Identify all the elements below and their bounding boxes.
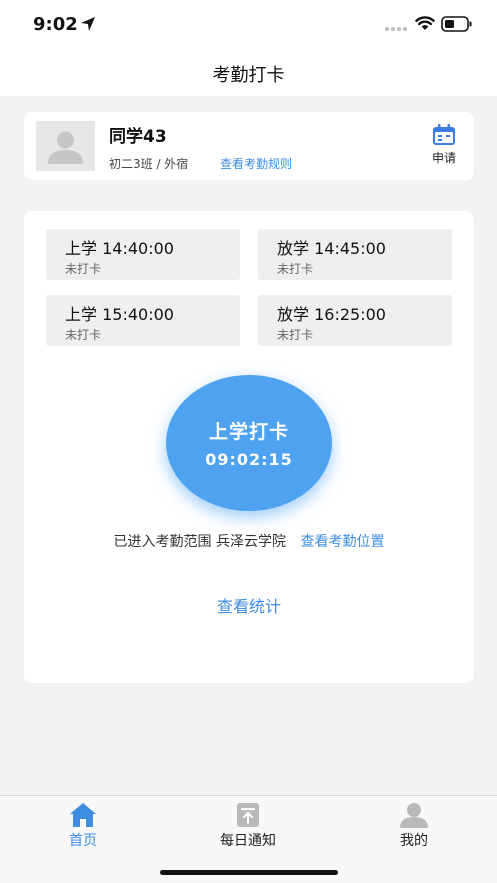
apply-label: 申请 <box>431 151 456 165</box>
slot-status: 未打卡 <box>277 262 314 276</box>
tab-mine[interactable]: 我的 <box>359 802 469 850</box>
student-class-info: 初二3班 / 外宿 <box>109 157 189 171</box>
profile-icon <box>400 803 428 828</box>
page-title: 考勤打卡 <box>212 65 285 86</box>
schedule-slot: 放学 16:25:00 未打卡 <box>258 295 452 346</box>
view-location-link[interactable]: 查看考勤位置 <box>300 534 384 550</box>
location-arrow-icon <box>81 17 95 31</box>
view-stats-link[interactable]: 查看统计 <box>24 593 474 617</box>
slot-time: 放学 16:25:00 <box>277 305 386 324</box>
tab-home[interactable]: 首页 <box>28 802 138 850</box>
profile-card: 同学43 初二3班 / 外宿 查看考勤规则 申请 <box>24 112 474 180</box>
tab-daily-notice-label: 每日通知 <box>220 833 276 849</box>
checkin-clock: 09:02:15 <box>205 450 293 469</box>
schedule-slot: 放学 14:45:00 未打卡 <box>258 229 452 280</box>
view-rules-link[interactable]: 查看考勤规则 <box>220 155 292 172</box>
status-bar: 9:02 <box>0 0 497 50</box>
tab-daily-notice[interactable]: 每日通知 <box>193 802 303 850</box>
slot-time: 上学 14:40:00 <box>65 239 174 258</box>
nav-bar: 考勤打卡 <box>0 50 497 96</box>
slot-status: 未打卡 <box>65 262 102 276</box>
calendar-icon <box>433 124 455 145</box>
tab-home-label: 首页 <box>69 833 97 849</box>
slot-status: 未打卡 <box>277 328 314 342</box>
schedule-slot: 上学 15:40:00 未打卡 <box>46 295 240 346</box>
attendance-range-text: 已进入考勤范围 兵泽云学院 <box>113 534 286 550</box>
apply-button[interactable]: 申请 <box>422 124 466 170</box>
notice-icon <box>237 803 259 827</box>
schedule-slot: 上学 14:40:00 未打卡 <box>46 229 240 280</box>
checkin-card: 上学 14:40:00 未打卡 放学 14:45:00 未打卡 上学 15:40… <box>24 211 474 683</box>
home-indicator <box>160 870 338 875</box>
battery-icon <box>441 16 472 32</box>
avatar <box>36 121 95 171</box>
checkin-button[interactable]: 上学打卡 09:02:15 <box>166 375 332 511</box>
student-name: 同学43 <box>109 127 167 147</box>
tab-mine-label: 我的 <box>400 833 428 849</box>
user-avatar-placeholder-icon <box>48 131 83 164</box>
home-icon <box>70 803 96 827</box>
attendance-range-row: 已进入考勤范围 兵泽云学院 查看考勤位置 <box>24 531 474 551</box>
signal-icon <box>385 27 407 31</box>
wifi-icon <box>415 16 435 30</box>
slot-time: 上学 15:40:00 <box>65 305 174 324</box>
status-time: 9:02 <box>33 14 78 35</box>
slot-status: 未打卡 <box>65 328 102 342</box>
slot-time: 放学 14:45:00 <box>277 239 386 258</box>
checkin-button-label: 上学打卡 <box>208 421 289 443</box>
